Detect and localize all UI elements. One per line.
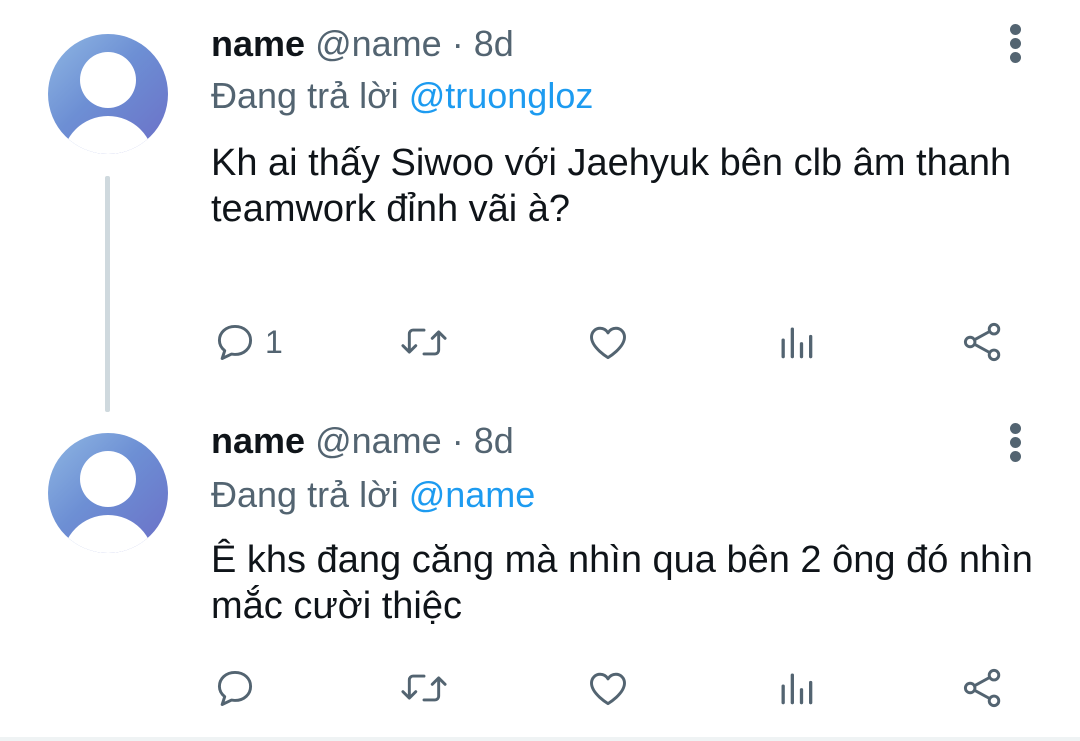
reply-icon <box>217 670 253 706</box>
retweet-icon <box>401 328 447 356</box>
avatar-head-shape <box>80 52 136 108</box>
avatar-head-shape <box>80 451 136 507</box>
replying-to-mention[interactable]: @truongloz <box>409 75 594 116</box>
replying-to: Đang trả lời @truongloz <box>211 74 593 118</box>
avatar[interactable] <box>48 433 168 553</box>
retweet-button[interactable] <box>398 663 450 713</box>
views-button[interactable] <box>776 317 816 367</box>
user-handle[interactable]: @name <box>315 23 442 64</box>
like-button[interactable] <box>585 663 631 713</box>
retweet-icon <box>401 674 447 702</box>
share-icon <box>963 668 1001 708</box>
more-icon[interactable] <box>1002 419 1030 463</box>
separator-dot: · <box>451 420 464 461</box>
more-icon[interactable] <box>1002 20 1030 64</box>
display-name[interactable]: name <box>211 420 305 461</box>
more-dot <box>1010 24 1021 35</box>
replying-to-label: Đang trả lời <box>211 474 399 515</box>
like-button[interactable] <box>585 317 631 367</box>
views-icon <box>781 327 813 359</box>
timestamp[interactable]: 8d <box>474 420 514 461</box>
tweet-text: Kh ai thấy Siwoo với Jaehyuk bên clb âm … <box>211 142 1012 230</box>
display-name[interactable]: name <box>211 23 305 64</box>
replying-to-mention[interactable]: @name <box>409 474 536 515</box>
replying-to-label: Đang trả lời <box>211 75 399 116</box>
reply-button[interactable] <box>213 663 265 713</box>
tweet-actions <box>0 663 1080 713</box>
separator-dot: · <box>451 23 464 64</box>
tweet-card[interactable]: name @name · 8d Đang trả lời @name Ê khs… <box>0 398 1080 741</box>
more-dot <box>1010 423 1021 434</box>
views-icon <box>781 673 813 705</box>
share-icon <box>963 322 1001 362</box>
reply-count: 1 <box>265 323 283 360</box>
views-button[interactable] <box>776 663 816 713</box>
avatar-body-shape <box>62 116 154 154</box>
avatar-body-shape <box>62 515 154 553</box>
more-dot <box>1010 38 1021 49</box>
tweet-card[interactable]: name @name · 8d Đang trả lời @truongloz … <box>0 0 1080 412</box>
like-icon <box>590 326 626 360</box>
tweet-header: name @name · 8d <box>211 22 514 66</box>
retweet-button[interactable] <box>398 317 450 367</box>
tweet-header: name @name · 8d <box>211 419 514 463</box>
avatar[interactable] <box>48 34 168 154</box>
more-dot <box>1010 451 1021 462</box>
timestamp[interactable]: 8d <box>474 23 514 64</box>
user-handle[interactable]: @name <box>315 420 442 461</box>
share-button[interactable] <box>960 317 1006 367</box>
replying-to: Đang trả lời @name <box>211 473 535 517</box>
bottom-divider <box>0 737 1080 741</box>
tweet-text: Ê khs đang căng mà nhìn qua bên 2 ông đó… <box>211 539 1033 627</box>
thread-connector-line <box>105 176 110 412</box>
share-button[interactable] <box>960 663 1006 713</box>
reply-icon <box>217 324 253 360</box>
tweet-actions: 1 <box>0 317 1080 367</box>
reply-button[interactable]: 1 <box>213 317 283 367</box>
more-dot <box>1010 437 1021 448</box>
more-dot <box>1010 52 1021 63</box>
like-icon <box>590 672 626 706</box>
